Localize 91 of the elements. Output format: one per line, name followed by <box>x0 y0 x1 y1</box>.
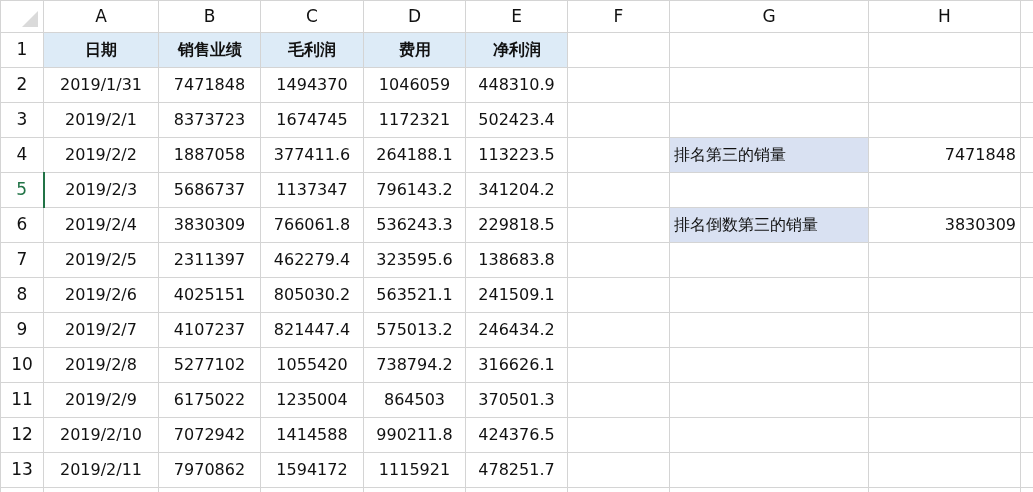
header-cell: 费用 <box>363 32 466 68</box>
table-cell: 2019/2/9 <box>43 382 159 418</box>
table-cell: 5686737 <box>158 172 261 208</box>
column-header[interactable]: B <box>158 0 261 33</box>
column-header[interactable]: A <box>43 0 159 33</box>
table-cell: 229818.5 <box>465 207 568 243</box>
table-cell: 264188.1 <box>363 137 466 173</box>
table-cell: 7970862 <box>158 452 261 488</box>
row-header[interactable]: 5 <box>0 172 44 208</box>
table-cell: 323595.6 <box>363 242 466 278</box>
table-cell: 241509.1 <box>465 277 568 313</box>
table-cell: 2019/2/7 <box>43 312 159 348</box>
column-header[interactable]: G <box>669 0 869 33</box>
table-cell: 1115921 <box>363 452 466 488</box>
table-cell: 796143.2 <box>363 172 466 208</box>
table-cell: 2019/2/4 <box>43 207 159 243</box>
table-cell: 246434.2 <box>465 312 568 348</box>
row-header[interactable]: 8 <box>0 277 44 313</box>
select-all-icon[interactable] <box>20 9 40 29</box>
table-cell: 2019/2/6 <box>43 277 159 313</box>
table-cell: 341204.2 <box>465 172 568 208</box>
table-cell: 1494370 <box>260 67 364 103</box>
table-cell: 7072942 <box>158 417 261 453</box>
column-header[interactable]: E <box>465 0 568 33</box>
row-header[interactable]: 4 <box>0 137 44 173</box>
table-cell: 6175022 <box>158 382 261 418</box>
table-cell: 864503 <box>363 382 466 418</box>
table-cell: 462279.4 <box>260 242 364 278</box>
table-cell: 536243.3 <box>363 207 466 243</box>
table-cell: 990211.8 <box>363 417 466 453</box>
table-cell: 502423.4 <box>465 102 568 138</box>
table-cell: 2019/2/3 <box>43 172 159 208</box>
row-header[interactable]: 11 <box>0 382 44 418</box>
table-cell: 2019/1/31 <box>43 67 159 103</box>
row-header[interactable]: 2 <box>0 67 44 103</box>
table-cell: 1137347 <box>260 172 364 208</box>
table-cell: 805030.2 <box>260 277 364 313</box>
table-cell: 1594172 <box>260 452 364 488</box>
row-header[interactable]: 13 <box>0 452 44 488</box>
table-cell: 1172321 <box>363 102 466 138</box>
column-header[interactable]: H <box>868 0 1021 33</box>
table-cell: 821447.4 <box>260 312 364 348</box>
table-cell: 138683.8 <box>465 242 568 278</box>
table-cell: 8373723 <box>158 102 261 138</box>
table-cell: 766061.8 <box>260 207 364 243</box>
table-cell: 377411.6 <box>260 137 364 173</box>
column-header[interactable]: F <box>567 0 670 33</box>
table-cell: 316626.1 <box>465 347 568 383</box>
row-header[interactable]: 1 <box>0 32 44 68</box>
table-cell: 2019/2/8 <box>43 347 159 383</box>
row-header[interactable]: 9 <box>0 312 44 348</box>
header-cell: 毛利润 <box>260 32 364 68</box>
header-cell: 销售业绩 <box>158 32 261 68</box>
value-cell: 7471848 <box>868 137 1021 173</box>
row-header[interactable]: 10 <box>0 347 44 383</box>
row-header[interactable]: 7 <box>0 242 44 278</box>
table-cell: 2019/2/11 <box>43 452 159 488</box>
table-cell: 2019/2/10 <box>43 417 159 453</box>
table-cell: 2019/2/5 <box>43 242 159 278</box>
row-header[interactable]: 12 <box>0 417 44 453</box>
table-cell: 2019/2/2 <box>43 137 159 173</box>
label-cell: 排名倒数第三的销量 <box>669 207 869 243</box>
row-header[interactable]: 6 <box>0 207 44 243</box>
table-cell: 563521.1 <box>363 277 466 313</box>
table-cell: 448310.9 <box>465 67 568 103</box>
table-cell: 1674745 <box>260 102 364 138</box>
table-cell: 1055420 <box>260 347 364 383</box>
column-header[interactable]: C <box>260 0 364 33</box>
header-cell: 日期 <box>43 32 159 68</box>
table-cell: 2311397 <box>158 242 261 278</box>
table-cell: 478251.7 <box>465 452 568 488</box>
table-cell: 1046059 <box>363 67 466 103</box>
table-cell: 1235004 <box>260 382 364 418</box>
table-cell: 113223.5 <box>465 137 568 173</box>
table-cell: 370501.3 <box>465 382 568 418</box>
header-cell: 净利润 <box>465 32 568 68</box>
table-cell: 575013.2 <box>363 312 466 348</box>
column-header[interactable]: D <box>363 0 466 33</box>
table-cell: 3830309 <box>158 207 261 243</box>
table-cell: 1887058 <box>158 137 261 173</box>
table-cell: 2019/2/1 <box>43 102 159 138</box>
table-cell: 1414588 <box>260 417 364 453</box>
table-cell: 4107237 <box>158 312 261 348</box>
label-cell: 排名第三的销量 <box>669 137 869 173</box>
row-header[interactable]: 3 <box>0 102 44 138</box>
table-cell: 5277102 <box>158 347 261 383</box>
table-cell: 4025151 <box>158 277 261 313</box>
value-cell: 3830309 <box>868 207 1021 243</box>
table-cell: 424376.5 <box>465 417 568 453</box>
table-cell: 738794.2 <box>363 347 466 383</box>
table-cell: 7471848 <box>158 67 261 103</box>
